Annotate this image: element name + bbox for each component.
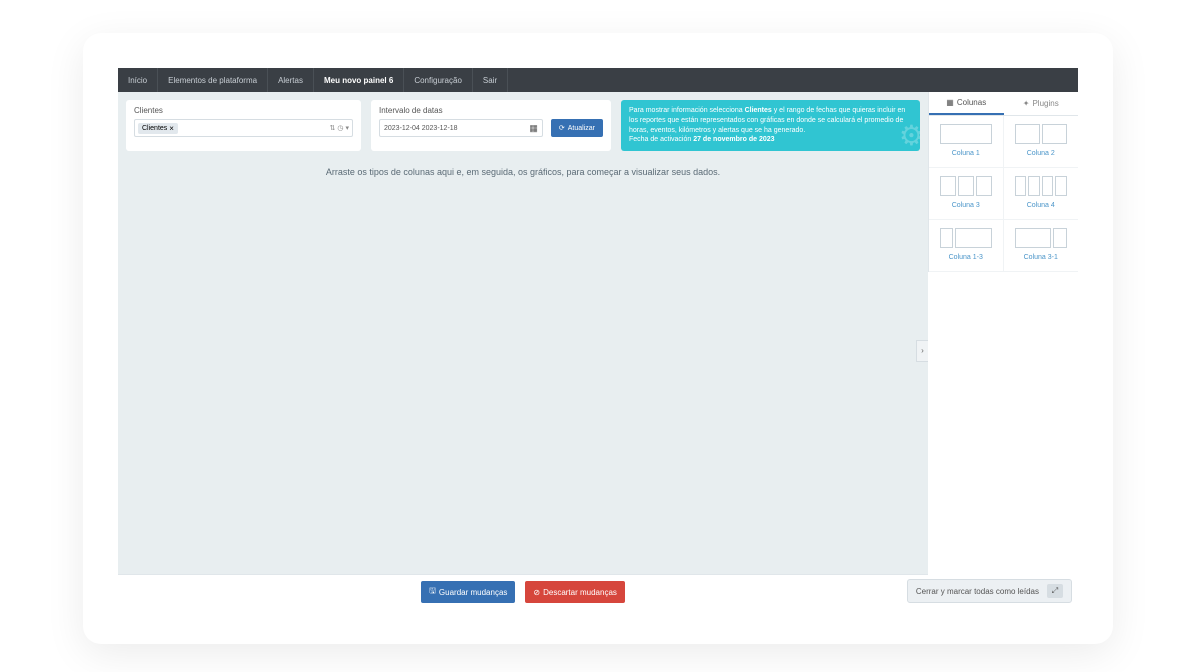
column-box [1042,124,1067,144]
chevron-down-icon[interactable]: ▾ [345,124,349,132]
plugin-icon: ✦ [1023,99,1030,108]
columns-icon: ▦ [946,98,954,107]
column-type-item[interactable]: Coluna 1 [929,116,1004,168]
app-window: Início Elementos de plataforma Alertas M… [118,68,1078,609]
nav-home[interactable]: Início [118,68,158,92]
toast-notification: Cerrar y marcar todas como leídas ⤢ [907,579,1072,603]
info-activation-label: Fecha de activación [629,136,693,143]
column-preview [1015,176,1067,196]
column-box [1015,124,1040,144]
column-type-item[interactable]: Coluna 2 [1004,116,1079,168]
column-type-item[interactable]: Coluna 4 [1004,168,1079,220]
column-box [958,176,974,196]
save-label: Guardar mudanças [439,588,507,597]
gear-icon: ⚙ [899,116,920,151]
sidebar-tabs: ▦ Colunas ✦ Plugins [929,92,1078,116]
column-type-label: Coluna 1-3 [949,254,983,261]
sidebar-wrap: › ▦ Colunas ✦ Plugins Coluna 1Coluna 2Co… [928,92,1078,609]
column-type-item[interactable]: Coluna 1-3 [929,220,1004,272]
toast-expand-icon[interactable]: ⤢ [1047,584,1063,598]
remove-tag-icon[interactable]: × [169,124,174,133]
discard-button[interactable]: ⊘ Descartar mudanças [525,581,625,603]
nav-my-panel[interactable]: Meu novo painel 6 [314,68,404,92]
clients-label: Clientes [134,106,353,115]
info-bold-clientes: Clientes [745,107,772,114]
nav-config[interactable]: Configuração [404,68,473,92]
clients-tag: Clientes × [138,123,178,134]
clock-icon[interactable]: ◷ [337,124,343,132]
info-text-pre: Para mostrar información selecciona [629,107,745,114]
column-box [976,176,992,196]
column-type-item[interactable]: Coluna 3 [929,168,1004,220]
drop-zone-hint[interactable]: Arraste os tipos de colunas aqui e, em s… [118,159,928,574]
date-range-label: Intervalo de datas [379,106,603,115]
top-navbar: Início Elementos de plataforma Alertas M… [118,68,1078,92]
tab-columns[interactable]: ▦ Colunas [929,92,1004,115]
column-box [1055,176,1067,196]
nav-exit[interactable]: Sair [473,68,508,92]
info-activation-date: 27 de novembro de 2023 [693,136,774,143]
nav-platform-elements[interactable]: Elementos de plataforma [158,68,268,92]
column-box [1028,176,1040,196]
column-box [940,228,954,248]
date-range-value: 2023-12-04 2023-12-18 [384,125,458,132]
footer-bar: 🖫 Guardar mudanças ⊘ Descartar mudanças [118,574,928,609]
sidebar-collapse-handle[interactable]: › [916,340,928,362]
column-type-label: Coluna 3 [952,202,980,209]
tab-plugins[interactable]: ✦ Plugins [1004,92,1079,115]
refresh-icon: ⟳ [559,124,565,132]
column-type-label: Coluna 2 [1027,150,1055,157]
nav-alerts[interactable]: Alertas [268,68,314,92]
info-callout: Para mostrar información selecciona Clie… [621,100,920,151]
column-preview [1015,228,1067,248]
save-icon: 🖫 [429,585,436,599]
calendar-icon[interactable]: ▦ [529,123,538,134]
column-type-item[interactable]: Coluna 3-1 [1004,220,1079,272]
column-box [1015,228,1052,248]
column-box [940,124,992,144]
sidebar: ▦ Colunas ✦ Plugins Coluna 1Coluna 2Colu… [928,92,1078,272]
refresh-label: Atualizar [568,125,595,132]
refresh-button[interactable]: ⟳ Atualizar [551,119,603,137]
date-range-input[interactable]: 2023-12-04 2023-12-18 ▦ [379,119,543,137]
save-button[interactable]: 🖫 Guardar mudanças [421,581,515,603]
column-box [955,228,992,248]
tab-plugins-label: Plugins [1032,99,1058,108]
column-box [940,176,956,196]
column-box [1053,228,1067,248]
column-preview [1015,124,1067,144]
column-type-label: Coluna 3-1 [1024,254,1058,261]
column-box [1042,176,1054,196]
clients-tag-label: Clientes [142,125,167,132]
column-types-grid: Coluna 1 Coluna 2 Coluna 3 Coluna 4 Coluna 1… [929,116,1078,272]
discard-label: Descartar mudanças [543,588,617,597]
stepper-icon[interactable]: ⇅ [330,124,336,132]
filters-row: Clientes Clientes × ⇅ ◷ ▾ I [118,92,928,159]
column-preview [940,176,992,196]
main-content: Clientes Clientes × ⇅ ◷ ▾ I [118,92,928,609]
column-type-label: Coluna 4 [1027,202,1055,209]
discard-icon: ⊘ [533,588,540,597]
column-box [1015,176,1027,196]
clients-multiselect[interactable]: Clientes × ⇅ ◷ ▾ [134,119,353,137]
column-preview [940,124,992,144]
tab-columns-label: Colunas [957,98,986,107]
date-range-card: Intervalo de datas 2023-12-04 2023-12-18… [371,100,611,151]
clients-filter-card: Clientes Clientes × ⇅ ◷ ▾ [126,100,361,151]
toast-text: Cerrar y marcar todas como leídas [916,587,1039,596]
column-preview [940,228,992,248]
column-type-label: Coluna 1 [952,150,980,157]
